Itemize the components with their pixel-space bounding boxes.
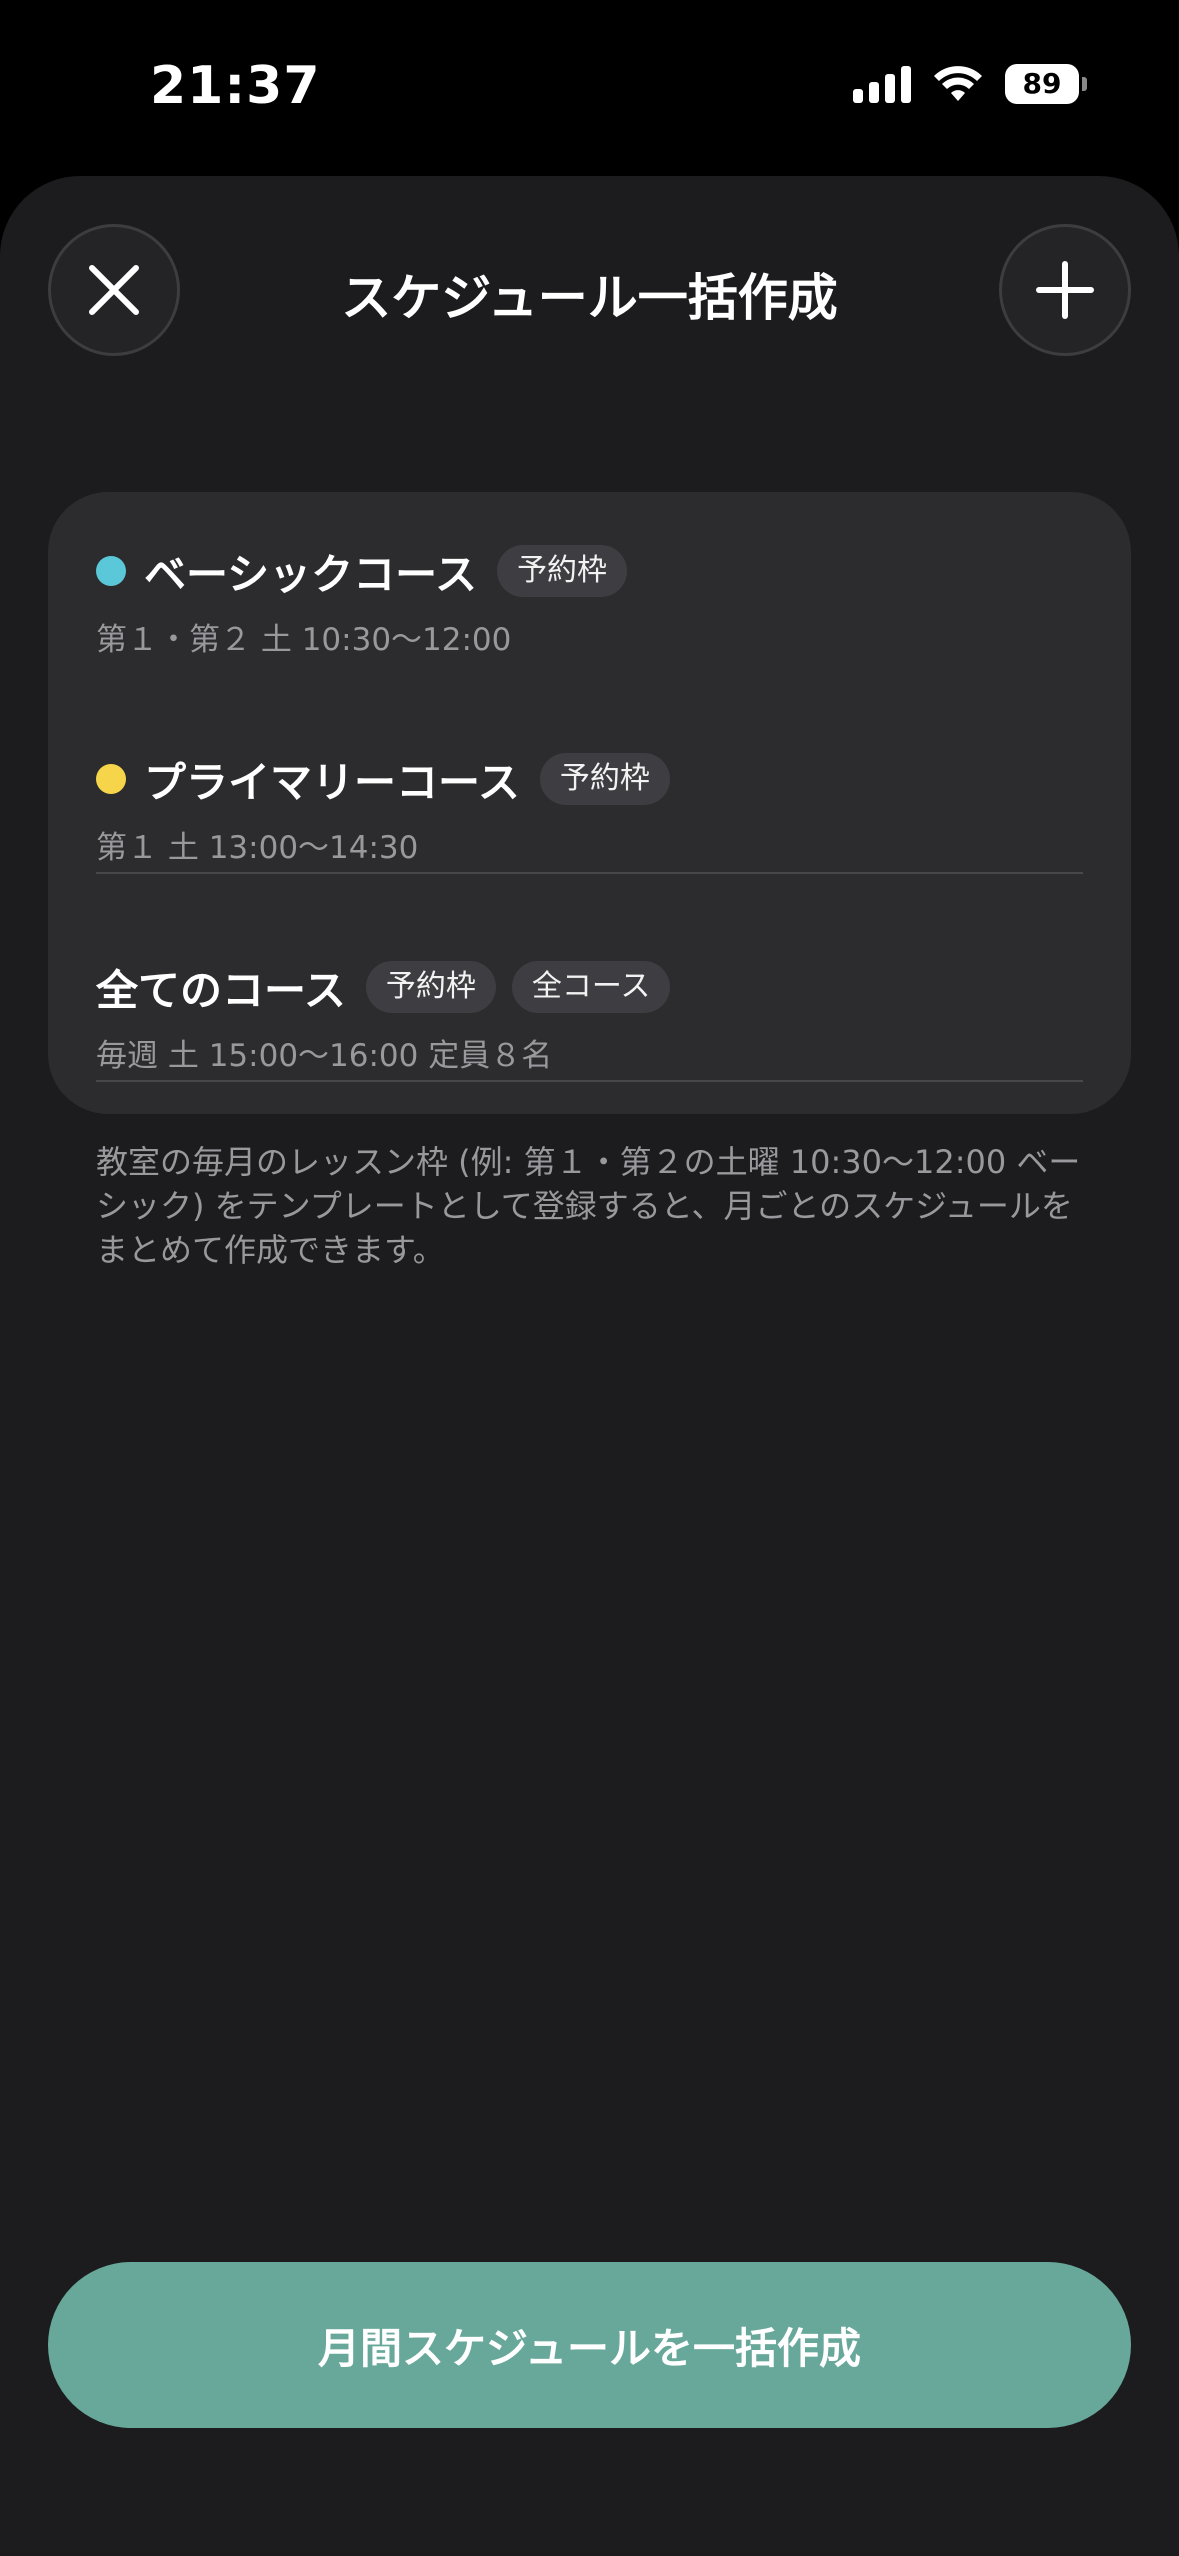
bulk-create-sheet: スケジュール一括作成 ベーシックコース 予約枠 第１・第２ 土 10:30〜12… [0,176,1179,2556]
add-template-button[interactable] [999,224,1131,356]
course-color-dot [96,764,126,794]
template-row-primary[interactable]: プライマリーコース 予約枠 第１ 土 13:00〜14:30 [96,750,1083,867]
status-icons: 89 [853,64,1087,104]
template-list-card: ベーシックコース 予約枠 第１・第２ 土 10:30〜12:00 プライマリーコ… [48,492,1131,1114]
course-name: 全てのコース [96,965,346,1015]
status-bar: 21:37 89 [0,0,1179,170]
course-name: プライマリーコース [144,757,520,807]
course-schedule: 第１・第２ 土 10:30〜12:00 [96,622,512,658]
course-name: ベーシックコース [144,549,478,599]
divider [96,1080,1083,1082]
template-row-all-courses[interactable]: 全てのコース 予約枠 全コース 毎週 土 15:00〜16:00 定員８名 [96,958,1083,1075]
wifi-icon [934,66,982,101]
template-row-basic[interactable]: ベーシックコース 予約枠 第１・第２ 土 10:30〜12:00 [96,542,1083,659]
reservation-badge: 予約枠 [497,545,628,597]
course-color-dot [96,556,126,586]
plus-icon [1036,261,1094,319]
course-schedule: 毎週 土 15:00〜16:00 定員８名 [96,1038,553,1074]
battery-indicator: 89 [1005,64,1087,104]
help-text: 教室の毎月のレッスン枠 (例: 第１・第２の土曜 10:30〜12:00 ベーシ… [96,1143,1081,1269]
course-schedule: 第１ 土 13:00〜14:30 [96,830,419,866]
divider [96,872,1083,874]
reservation-badge: 予約枠 [539,753,670,805]
cellular-signal-icon [853,65,911,103]
status-time: 21:37 [150,56,321,116]
bulk-create-monthly-button[interactable]: 月間スケジュールを一括作成 [48,2262,1131,2428]
reservation-badge: 予約枠 [365,961,496,1013]
all-courses-badge: 全コース [511,961,671,1013]
